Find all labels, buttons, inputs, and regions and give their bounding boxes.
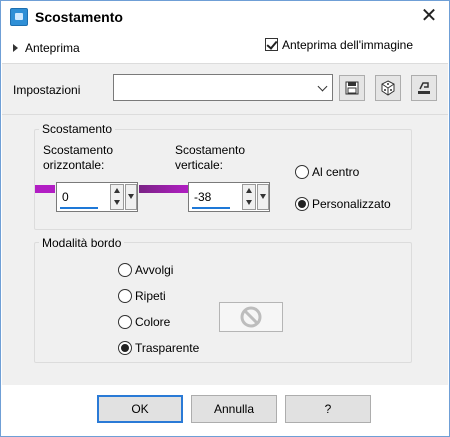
horizontal-slider[interactable] xyxy=(35,185,55,193)
radio-repeat[interactable]: Ripeti xyxy=(118,289,166,303)
expand-arrow-icon xyxy=(13,44,18,52)
radio-color[interactable]: Colore xyxy=(118,315,170,329)
ok-button[interactable]: OK xyxy=(97,395,183,423)
wrap-label: Avvolgi xyxy=(135,263,174,277)
vertical-label-1: Scostamento xyxy=(175,143,246,157)
checkbox-checked-icon xyxy=(265,38,278,51)
field-underline xyxy=(192,207,230,209)
horizontal-label-2: orizzontale: xyxy=(43,158,105,172)
dice-icon xyxy=(381,80,395,96)
vertical-label-2: verticale: xyxy=(175,158,224,172)
slider-dropdown-icon[interactable] xyxy=(125,184,137,210)
image-preview-checkbox[interactable]: Anteprima dell'immagine xyxy=(265,38,413,52)
radio-on-icon xyxy=(118,341,132,355)
reset-icon xyxy=(418,82,430,94)
help-button[interactable]: ? xyxy=(285,395,371,423)
spin-down-icon[interactable] xyxy=(246,200,252,205)
radio-off-icon xyxy=(118,263,132,277)
settings-label: Impostazioni xyxy=(13,83,81,97)
close-button[interactable]: ✕ xyxy=(417,5,441,27)
spin-up-icon[interactable] xyxy=(246,188,252,193)
prohibited-icon xyxy=(240,306,262,328)
spin-up-icon[interactable] xyxy=(114,188,120,193)
reset-button[interactable] xyxy=(411,75,437,101)
horizontal-offset-value: 0 xyxy=(62,190,69,204)
spin-arrows[interactable] xyxy=(242,184,256,210)
vertical-offset-spinbox[interactable]: -38 xyxy=(188,182,270,212)
custom-label: Personalizzato xyxy=(312,197,391,211)
radio-transparent[interactable]: Trasparente xyxy=(118,341,199,355)
title-bar: Scostamento ✕ xyxy=(1,1,449,33)
app-icon xyxy=(10,8,28,26)
radio-on-icon xyxy=(295,197,309,211)
slider-dropdown-icon[interactable] xyxy=(257,184,269,210)
settings-combo[interactable] xyxy=(113,74,333,101)
edge-mode-title: Modalità bordo xyxy=(39,236,125,250)
cancel-button[interactable]: Annulla xyxy=(191,395,277,423)
repeat-label: Ripeti xyxy=(135,289,166,303)
offset-group-title: Scostamento xyxy=(39,122,116,136)
radio-center[interactable]: Al centro xyxy=(295,165,359,179)
radio-wrap[interactable]: Avvolgi xyxy=(118,263,173,277)
offset-dialog: Scostamento ✕ Anteprima Anteprima dell'i… xyxy=(0,0,450,437)
radio-off-icon xyxy=(118,315,132,329)
field-underline xyxy=(60,207,98,209)
save-preset-button[interactable] xyxy=(339,75,365,101)
preview-toggle-label: Anteprima xyxy=(25,41,80,55)
color-swatch[interactable] xyxy=(219,302,283,332)
center-label: Al centro xyxy=(312,165,360,179)
image-preview-label: Anteprima dell'immagine xyxy=(282,38,414,52)
radio-custom[interactable]: Personalizzato xyxy=(295,197,391,211)
vertical-offset-value: -38 xyxy=(194,190,212,204)
spin-down-icon[interactable] xyxy=(114,200,120,205)
spin-arrows[interactable] xyxy=(110,184,124,210)
radio-off-icon xyxy=(295,165,309,179)
horizontal-offset-spinbox[interactable]: 0 xyxy=(56,182,138,212)
window-title: Scostamento xyxy=(35,9,123,25)
vertical-slider[interactable] xyxy=(139,185,189,193)
color-label: Colore xyxy=(135,315,171,329)
radio-off-icon xyxy=(118,289,132,303)
preview-toggle[interactable]: Anteprima xyxy=(13,41,80,55)
horizontal-label-1: Scostamento xyxy=(43,143,114,157)
chevron-down-icon[interactable] xyxy=(316,75,332,100)
transparent-label: Trasparente xyxy=(135,341,200,355)
randomize-button[interactable] xyxy=(375,75,401,101)
floppy-icon xyxy=(345,81,359,95)
